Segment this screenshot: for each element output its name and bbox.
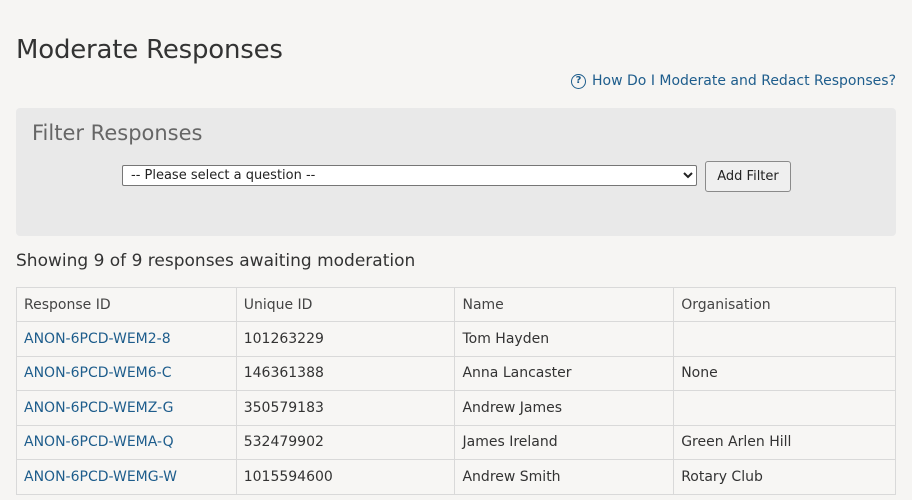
response-id-link[interactable]: ANON-6PCD-WEM2-8 xyxy=(24,331,171,347)
name-cell: Andrew James xyxy=(454,390,675,426)
table-row: ANON-6PCD-WEMZ-G 350579183 Andrew James xyxy=(16,390,896,426)
response-id-cell: ANON-6PCD-WEM2-8 xyxy=(16,321,237,357)
response-id-cell: ANON-6PCD-WEMZ-G xyxy=(16,390,237,426)
name-cell: Tom Hayden xyxy=(454,321,675,357)
organisation-cell: None xyxy=(673,355,896,391)
response-id-link[interactable]: ANON-6PCD-WEM6-C xyxy=(24,365,172,381)
responses-table: Response ID Unique ID Name Organisation … xyxy=(16,287,896,495)
response-id-link[interactable]: ANON-6PCD-WEMA-Q xyxy=(24,434,174,450)
header-response-id: Response ID xyxy=(16,287,237,322)
header-organisation: Organisation xyxy=(673,287,896,322)
page-title: Moderate Responses xyxy=(16,35,283,66)
name-cell: James Ireland xyxy=(454,424,675,460)
table-row: ANON-6PCD-WEM6-C 146361388 Anna Lancaste… xyxy=(16,355,896,391)
table-header-row: Response ID Unique ID Name Organisation xyxy=(16,287,896,322)
question-circle-icon: ? xyxy=(571,73,587,89)
organisation-cell: Green Arlen Hill xyxy=(673,424,896,460)
response-id-cell: ANON-6PCD-WEMG-W xyxy=(16,459,237,495)
table-row: ANON-6PCD-WEMA-Q 532479902 James Ireland… xyxy=(16,424,896,460)
organisation-cell: Rotary Club xyxy=(673,459,896,495)
unique-id-cell: 146361388 xyxy=(235,355,456,391)
response-id-cell: ANON-6PCD-WEM6-C xyxy=(16,355,237,391)
organisation-cell xyxy=(673,321,896,357)
table-row: ANON-6PCD-WEMG-W 1015594600 Andrew Smith… xyxy=(16,459,896,495)
organisation-cell xyxy=(673,390,896,426)
response-id-cell: ANON-6PCD-WEMA-Q xyxy=(16,424,237,460)
page: Moderate Responses ? How Do I Moderate a… xyxy=(0,0,912,500)
table-row: ANON-6PCD-WEM2-8 101263229 Tom Hayden xyxy=(16,321,896,357)
add-filter-button[interactable]: Add Filter xyxy=(705,161,791,192)
name-cell: Andrew Smith xyxy=(454,459,675,495)
question-select[interactable]: -- Please select a question -- xyxy=(122,165,697,186)
name-cell: Anna Lancaster xyxy=(454,355,675,391)
unique-id-cell: 532479902 xyxy=(235,424,456,460)
filter-panel: Filter Responses -- Please select a ques… xyxy=(16,108,896,236)
response-id-link[interactable]: ANON-6PCD-WEMZ-G xyxy=(24,400,174,416)
help-link[interactable]: ? How Do I Moderate and Redact Responses… xyxy=(571,73,896,89)
response-id-link[interactable]: ANON-6PCD-WEMG-W xyxy=(24,469,177,485)
results-summary: Showing 9 of 9 responses awaiting modera… xyxy=(16,251,416,271)
header-name: Name xyxy=(454,287,675,322)
unique-id-cell: 1015594600 xyxy=(235,459,456,495)
filter-title: Filter Responses xyxy=(32,121,203,145)
header-unique-id: Unique ID xyxy=(235,287,456,322)
unique-id-cell: 101263229 xyxy=(235,321,456,357)
help-link-label: How Do I Moderate and Redact Responses? xyxy=(592,73,896,89)
unique-id-cell: 350579183 xyxy=(235,390,456,426)
